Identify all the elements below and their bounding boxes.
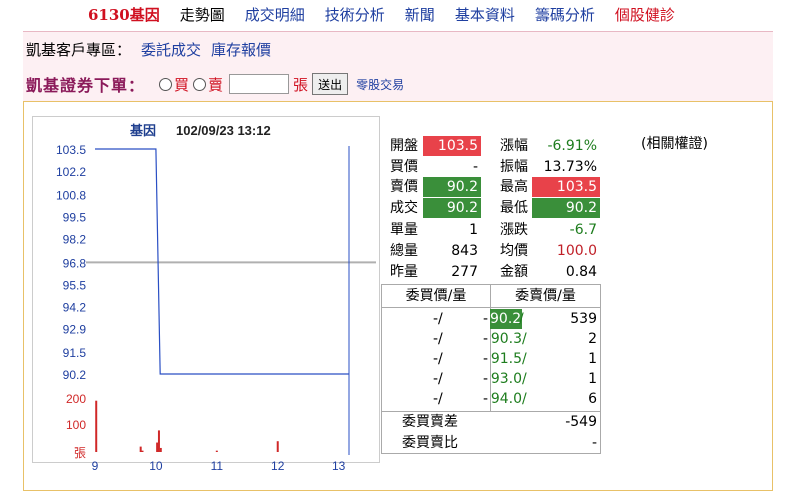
volume-tick-label: 200 <box>66 392 86 406</box>
book-bid-price: - <box>432 331 438 347</box>
total-vol-value: 843 <box>451 243 478 259</box>
chart-timestamp: 102/09/23 13:12 <box>176 123 271 138</box>
book-diff-value: -549 <box>565 414 597 430</box>
price-tick-label: 95.5 <box>63 278 87 292</box>
book-ask-price: 93.0 <box>490 371 522 387</box>
time-tick-label: 9 <box>92 459 99 473</box>
book-ask-header: 委賣價/量 <box>515 288 576 304</box>
book-sep: / <box>522 331 527 347</box>
book-sep: / <box>438 331 443 347</box>
time-tick-label: 11 <box>211 459 224 473</box>
price-tick-label: 103.5 <box>56 143 86 157</box>
book-sep: / <box>438 351 443 367</box>
open-value: 103.5 <box>423 136 481 156</box>
chart-title: 基因 <box>129 123 156 138</box>
price-tick-label: 91.5 <box>63 346 87 360</box>
total-vol-label: 總量 <box>390 243 418 259</box>
book-sep: / <box>519 311 524 327</box>
change-pct-value: -6.91% <box>547 138 597 154</box>
open-label: 開盤 <box>390 138 418 154</box>
change-value: -6.7 <box>569 222 597 238</box>
book-bid-price: - <box>432 391 438 407</box>
change-pct-label: 漲幅 <box>500 138 528 154</box>
volume-tick-label: 100 <box>66 418 86 432</box>
high-label: 最高 <box>500 179 528 195</box>
bid-value: - <box>472 159 478 175</box>
book-bid-qty: - <box>482 391 488 407</box>
book-bid-price: - <box>432 351 438 367</box>
book-bid-qty: - <box>482 311 488 327</box>
low-value: 90.2 <box>532 198 600 218</box>
book-sep: / <box>522 371 527 387</box>
book-ask-qty: 1 <box>588 371 597 387</box>
book-ask-price: 91.5 <box>490 351 522 367</box>
related-warrants-link[interactable]: (相關權證) <box>641 133 708 153</box>
single-vol-value: 1 <box>469 222 478 238</box>
book-ask-qty: 2 <box>588 331 597 347</box>
price-tick-label: 92.9 <box>63 322 87 336</box>
amplitude-label: 振幅 <box>500 159 528 175</box>
low-label: 最低 <box>500 200 528 216</box>
amount-value: 0.84 <box>565 264 597 280</box>
time-tick-label: 10 <box>149 459 163 473</box>
last-label: 成交 <box>390 200 418 216</box>
book-bid-price: - <box>432 371 438 387</box>
price-tick-label: 100.8 <box>56 189 86 203</box>
price-tick-label: 90.2 <box>63 368 87 382</box>
price-tick-label: 94.2 <box>63 300 87 314</box>
price-tick-label: 99.5 <box>63 211 87 225</box>
book-ask-price: 90.2 <box>490 309 522 329</box>
book-ratio-label: 委買賣比 <box>402 435 458 451</box>
book-ask-qty: 1 <box>588 351 597 367</box>
book-bid-qty: - <box>482 331 488 347</box>
book-ratio-value: - <box>591 435 597 451</box>
avg-price-value: 100.0 <box>556 243 597 259</box>
high-value: 103.5 <box>532 177 600 197</box>
avg-price-label: 均價 <box>500 243 528 259</box>
book-ask-price: 94.0 <box>490 391 522 407</box>
price-tick-label: 98.2 <box>63 233 87 247</box>
book-ask-qty: 539 <box>570 311 597 327</box>
book-ask-price: 90.3 <box>490 331 522 347</box>
book-sep: / <box>438 391 443 407</box>
order-book: 委買價/量 委賣價/量 - / - 90.2 / 539 - / - 90.3 … <box>381 284 601 454</box>
time-tick-label: 13 <box>332 459 346 473</box>
book-sep: / <box>522 391 527 407</box>
volume-tick-label: 張 <box>74 446 86 460</box>
last-value: 90.2 <box>423 198 481 218</box>
book-sep: / <box>438 311 443 327</box>
book-header-divider <box>382 307 600 308</box>
change-label: 漲跌 <box>500 222 528 238</box>
time-tick-label: 12 <box>271 459 285 473</box>
book-sep: / <box>522 351 527 367</box>
price-tick-label: 96.8 <box>63 256 87 270</box>
amplitude-value: 13.73% <box>543 159 597 175</box>
ask-value: 90.2 <box>423 177 481 197</box>
book-bid-header: 委買價/量 <box>405 288 467 304</box>
prev-vol-value: 277 <box>451 264 478 280</box>
ask-label: 賣價 <box>390 179 418 195</box>
book-bid-qty: - <box>482 371 488 387</box>
price-tick-label: 102.2 <box>56 165 86 179</box>
book-sep: / <box>438 371 443 387</box>
single-vol-label: 單量 <box>390 222 418 238</box>
chart-title-group: 基因 102/09/23 13:12 <box>129 123 271 138</box>
bid-label: 買價 <box>390 159 418 175</box>
prev-vol-label: 昨量 <box>390 264 418 280</box>
book-bid-qty: - <box>482 351 488 367</box>
book-ask-qty: 6 <box>588 391 597 407</box>
amount-label: 金額 <box>500 264 528 280</box>
book-bid-price: - <box>432 311 438 327</box>
book-diff-label: 委買賣差 <box>402 414 458 430</box>
